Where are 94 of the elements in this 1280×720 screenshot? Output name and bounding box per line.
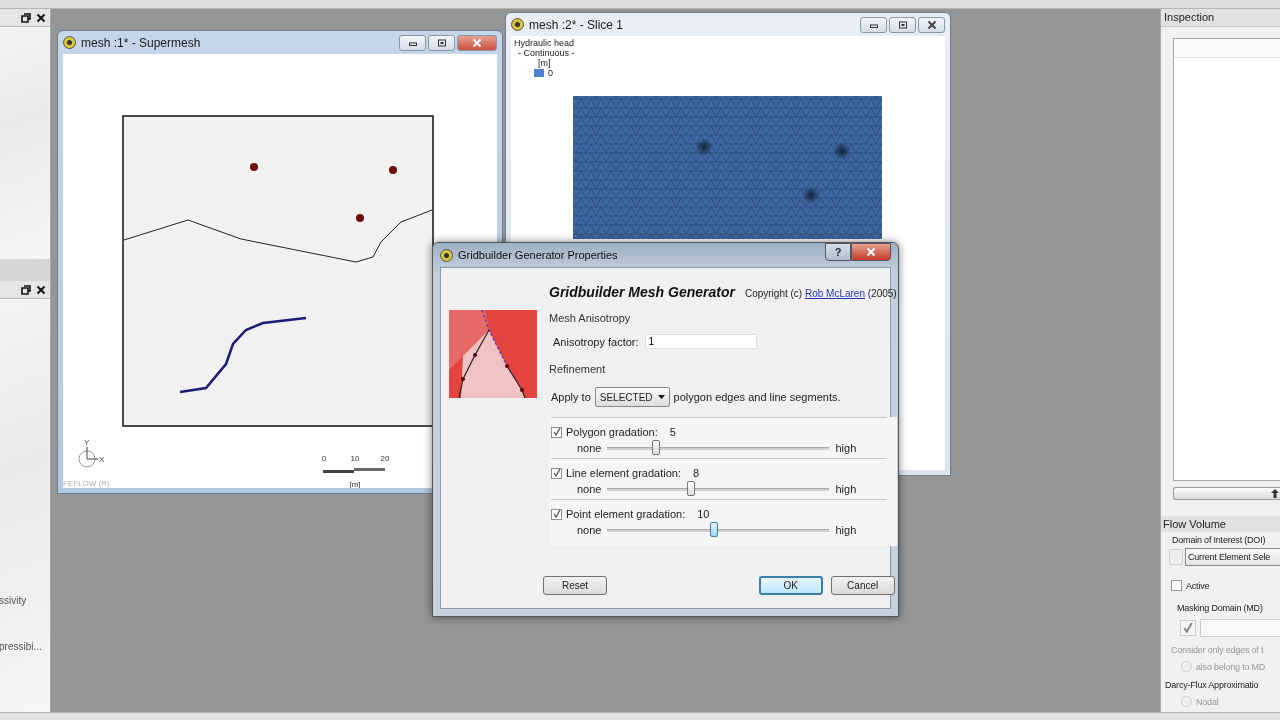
gradation-checkbox[interactable] — [551, 467, 562, 479]
maximize-icon — [436, 37, 447, 48]
restore-icon[interactable] — [21, 12, 31, 23]
gradation-checkbox[interactable] — [551, 426, 562, 438]
scale-label: 10 — [350, 454, 360, 463]
legend-value: 0 — [548, 68, 553, 78]
close-button[interactable] — [851, 243, 891, 261]
axis-label: X — [99, 455, 105, 464]
scroll-bar[interactable] — [1173, 487, 1280, 500]
check-icon — [552, 428, 561, 436]
app-logo-icon — [440, 248, 453, 262]
help-button[interactable]: ? — [825, 243, 851, 261]
app-logo-icon — [511, 18, 524, 31]
radio-button[interactable] — [1169, 549, 1183, 565]
dialog-button[interactable]: Cancel — [830, 576, 895, 595]
slider-max-label: high — [835, 442, 857, 454]
slider-min-label: none — [577, 483, 602, 495]
caret-icon — [657, 395, 665, 399]
scale-label: 20 — [380, 454, 390, 463]
legend-unit: [m] — [538, 58, 552, 68]
apply-dropdown[interactable]: SELECTED — [594, 387, 670, 407]
watermark-text: FEFLOW (R) — [63, 479, 110, 488]
close-icon[interactable] — [36, 12, 46, 23]
group-label: Refinement — [549, 363, 607, 375]
dialog-title: Gridbuilder Generator Properties — [458, 249, 619, 261]
gradation-value: 8 — [692, 467, 700, 479]
radio-label: also belong to MD — [1196, 661, 1266, 672]
window-title: mesh :1* - Supermesh — [81, 35, 202, 50]
slider-min-label: none — [577, 442, 602, 454]
check-icon — [552, 510, 561, 518]
radio-label: Nodal — [1196, 696, 1219, 707]
slider-max-label: high — [835, 524, 857, 536]
restore-icon[interactable] — [21, 284, 31, 295]
check-icon — [1183, 623, 1193, 633]
field-label: polygon edges and line segments. — [673, 391, 841, 403]
field-label: Masking Domain (MD) — [1177, 603, 1264, 613]
scale-label: 0 — [321, 454, 327, 463]
maximize-button[interactable] — [428, 34, 455, 51]
gradation-value: 5 — [669, 426, 676, 438]
slider-thumb[interactable] — [710, 521, 719, 537]
field-label: Darcy-Flux Approximatio — [1165, 680, 1260, 690]
close-button[interactable] — [457, 34, 497, 51]
minimize-button[interactable] — [399, 34, 426, 51]
gradation-label: Line element gradation: — [566, 467, 681, 479]
radio-button[interactable] — [1181, 696, 1192, 707]
property-label: pressibi... — [0, 641, 42, 652]
window-title: mesh :2* - Slice 1 — [529, 17, 625, 32]
checkbox-label: Active — [1186, 580, 1210, 591]
section-header: Flow Volume — [1161, 516, 1280, 532]
minimize-button[interactable] — [860, 16, 887, 33]
well-point — [356, 214, 364, 222]
slider-thumb[interactable] — [686, 480, 695, 496]
hint-text: Consider only edges of t — [1171, 645, 1265, 655]
radio-button[interactable] — [1181, 661, 1192, 672]
field-label: Domain of Interest (DOI) — [1172, 535, 1267, 545]
panel-title: Inspection — [1161, 9, 1280, 27]
scale-unit: [m] — [349, 480, 361, 488]
axis-icon — [78, 446, 99, 468]
slider-min-label: none — [577, 524, 602, 536]
maximize-button[interactable] — [889, 16, 916, 33]
app-logo-icon — [63, 36, 76, 49]
legend-title: Hydraulic head — [514, 38, 575, 48]
maximize-icon — [897, 19, 908, 30]
check-icon — [552, 469, 561, 477]
gradation-checkbox[interactable] — [551, 508, 562, 520]
legend-mode: - Continuous - — [518, 48, 575, 58]
dialog-heading: Gridbuilder Mesh Generator — [549, 284, 735, 300]
property-label: ssivity — [0, 595, 27, 606]
anisotropy-field[interactable]: 1 — [644, 334, 757, 349]
scale-bar — [323, 468, 385, 473]
copyright-text: Copyright (c) Rob McLaren (2005) — [744, 288, 897, 299]
close-button[interactable] — [918, 16, 945, 33]
dialog-button[interactable]: OK — [758, 576, 823, 595]
slider-max-label: high — [835, 483, 857, 495]
field-label: Anisotropy factor: — [553, 335, 639, 348]
close-icon — [926, 19, 937, 30]
active-checkbox[interactable] — [1171, 580, 1182, 591]
close-icon — [472, 37, 482, 48]
gradation-label: Polygon gradation: — [566, 426, 658, 438]
domain-dropdown[interactable]: Current Element Sele — [1185, 548, 1280, 566]
author-link[interactable]: Rob McLaren — [804, 288, 865, 299]
gradation-label: Point element gradation: — [566, 508, 686, 520]
axis-label: Y — [84, 438, 90, 447]
dialog-button[interactable]: Reset — [543, 576, 607, 595]
up-arrow-icon — [1271, 489, 1279, 498]
field-label: Apply to — [551, 391, 591, 403]
well-point — [250, 163, 258, 171]
masking-field[interactable] — [1200, 619, 1280, 637]
group-label: Mesh Anisotropy — [549, 312, 632, 324]
slider-thumb[interactable] — [652, 439, 661, 455]
well-point — [389, 166, 397, 174]
gradation-value: 10 — [697, 508, 710, 520]
close-icon — [866, 247, 876, 257]
close-icon[interactable] — [36, 284, 46, 295]
